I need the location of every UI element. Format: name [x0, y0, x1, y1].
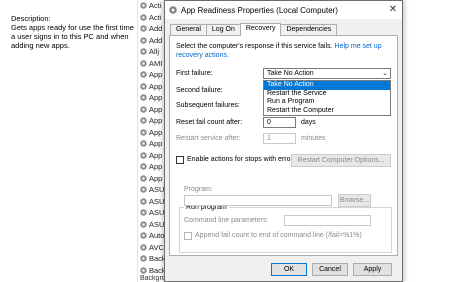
- service-name: App: [149, 81, 163, 91]
- service-gear-icon: [140, 71, 147, 79]
- cmdline-input[interactable]: [284, 215, 371, 226]
- service-name: App: [149, 139, 163, 149]
- service-name: App: [149, 70, 163, 80]
- option-run-program[interactable]: Run a Program: [264, 98, 390, 107]
- service-gear-icon: [140, 59, 147, 67]
- description-heading: Description:: [11, 14, 51, 23]
- close-icon[interactable]: ✕: [387, 4, 399, 16]
- service-gear-icon: [140, 48, 147, 56]
- service-gear-icon: [140, 151, 147, 159]
- service-gear-icon: [140, 255, 147, 263]
- service-gear-icon: [140, 197, 147, 205]
- subsequent-failures-label: Subsequent failures:: [176, 102, 240, 109]
- failure-action-dropdown[interactable]: Take No Action Restart the Service Run a…: [263, 80, 391, 116]
- service-name: Acti: [149, 12, 162, 22]
- service-name: AVC: [149, 242, 164, 252]
- service-name: ASU: [149, 196, 165, 206]
- tab-strip: General Log On Recovery Dependencies: [170, 23, 338, 36]
- dialog-title: App Readiness Properties (Local Computer…: [181, 5, 338, 15]
- service-name: App: [149, 127, 163, 137]
- service-name: ASU: [149, 208, 165, 218]
- enable-actions-label: Enable actions for stops with errors.: [187, 156, 299, 163]
- reset-days-unit: days: [301, 119, 316, 126]
- append-fail-count-checkbox[interactable]: [184, 232, 192, 240]
- option-restart-service[interactable]: Restart the Service: [264, 90, 390, 99]
- service-gear-icon: [140, 36, 147, 44]
- service-name: App: [149, 150, 163, 160]
- service-gear-icon: [140, 232, 147, 240]
- service-gear-icon: [140, 163, 147, 171]
- program-input[interactable]: [184, 195, 332, 206]
- service-name: App: [149, 116, 163, 126]
- restart-after-label: Restart service after:: [176, 135, 241, 142]
- intro-text: Select the computer's response if this s…: [176, 42, 394, 60]
- service-gear-icon: [140, 2, 147, 10]
- service-gear-icon: [140, 117, 147, 125]
- service-gear-icon: [140, 209, 147, 217]
- service-name: App: [149, 173, 163, 183]
- service-gear-icon: [140, 220, 147, 228]
- option-restart-computer[interactable]: Restart the Computer: [264, 107, 390, 116]
- service-gear-icon: [140, 94, 147, 102]
- service-name: App: [149, 93, 163, 103]
- service-name: ASU: [149, 219, 165, 229]
- service-name: AMI: [149, 58, 163, 68]
- intro-sentence: Select the computer's response if this s…: [176, 43, 335, 50]
- browse-button[interactable]: Browse...: [338, 194, 371, 207]
- first-failure-value: Take No Action: [267, 70, 314, 77]
- service-name: Auto: [149, 231, 165, 241]
- reset-fail-count-label: Reset fail count after:: [176, 119, 243, 126]
- ok-button[interactable]: OK: [271, 263, 307, 276]
- service-gear-icon: [140, 82, 147, 90]
- service-name: ASU: [149, 185, 165, 195]
- service-name: Add: [149, 35, 163, 45]
- cancel-button[interactable]: Cancel: [312, 263, 348, 276]
- service-gear-icon: [140, 128, 147, 136]
- service-gear-icon: [169, 6, 177, 14]
- run-program-group: [179, 207, 392, 253]
- properties-dialog: App Readiness Properties (Local Computer…: [164, 0, 403, 282]
- first-failure-select[interactable]: Take No Action ⌄: [263, 68, 391, 79]
- restart-minutes-unit: minutes: [301, 135, 326, 142]
- restart-minutes-input[interactable]: 1: [263, 133, 296, 144]
- service-gear-icon: [140, 140, 147, 148]
- tab-dependencies[interactable]: Dependencies: [280, 24, 338, 35]
- apply-button[interactable]: Apply: [353, 263, 392, 276]
- service-name: App: [149, 104, 163, 114]
- service-gear-icon: [140, 266, 147, 274]
- service-name: App: [149, 162, 163, 172]
- service-gear-icon: [140, 25, 147, 33]
- description-pane: Description: Gets apps ready for use the…: [0, 0, 138, 282]
- service-name: Add: [149, 24, 163, 34]
- chevron-down-icon: ⌄: [382, 70, 388, 77]
- append-fail-count-label: Append fail count to end of command line…: [195, 232, 362, 239]
- first-failure-label: First failure:: [176, 70, 213, 77]
- second-failure-label: Second failure:: [176, 87, 223, 94]
- tab-recovery[interactable]: Recovery: [239, 23, 282, 36]
- dialog-titlebar[interactable]: App Readiness Properties (Local Computer…: [165, 1, 402, 19]
- service-gear-icon: [140, 13, 147, 21]
- reset-days-input[interactable]: 0: [263, 117, 296, 128]
- tab-log-on[interactable]: Log On: [205, 24, 241, 35]
- service-gear-icon: [140, 174, 147, 182]
- option-take-no-action[interactable]: Take No Action: [264, 81, 390, 90]
- tab-general[interactable]: General: [170, 24, 207, 35]
- description-text: Gets apps ready for use the first time a…: [11, 23, 134, 50]
- recovery-panel: Select the computer's response if this s…: [169, 35, 398, 256]
- service-gear-icon: [140, 243, 147, 251]
- enable-actions-checkbox[interactable]: [176, 156, 184, 164]
- service-gear-icon: [140, 186, 147, 194]
- cmdline-label: Command line parameters:: [184, 217, 269, 224]
- service-name: Allj: [149, 47, 160, 57]
- program-label: Program:: [184, 186, 213, 193]
- service-gear-icon: [140, 105, 147, 113]
- restart-computer-options-button[interactable]: Restart Computer Options...: [291, 154, 391, 167]
- service-name: Acti: [149, 1, 162, 11]
